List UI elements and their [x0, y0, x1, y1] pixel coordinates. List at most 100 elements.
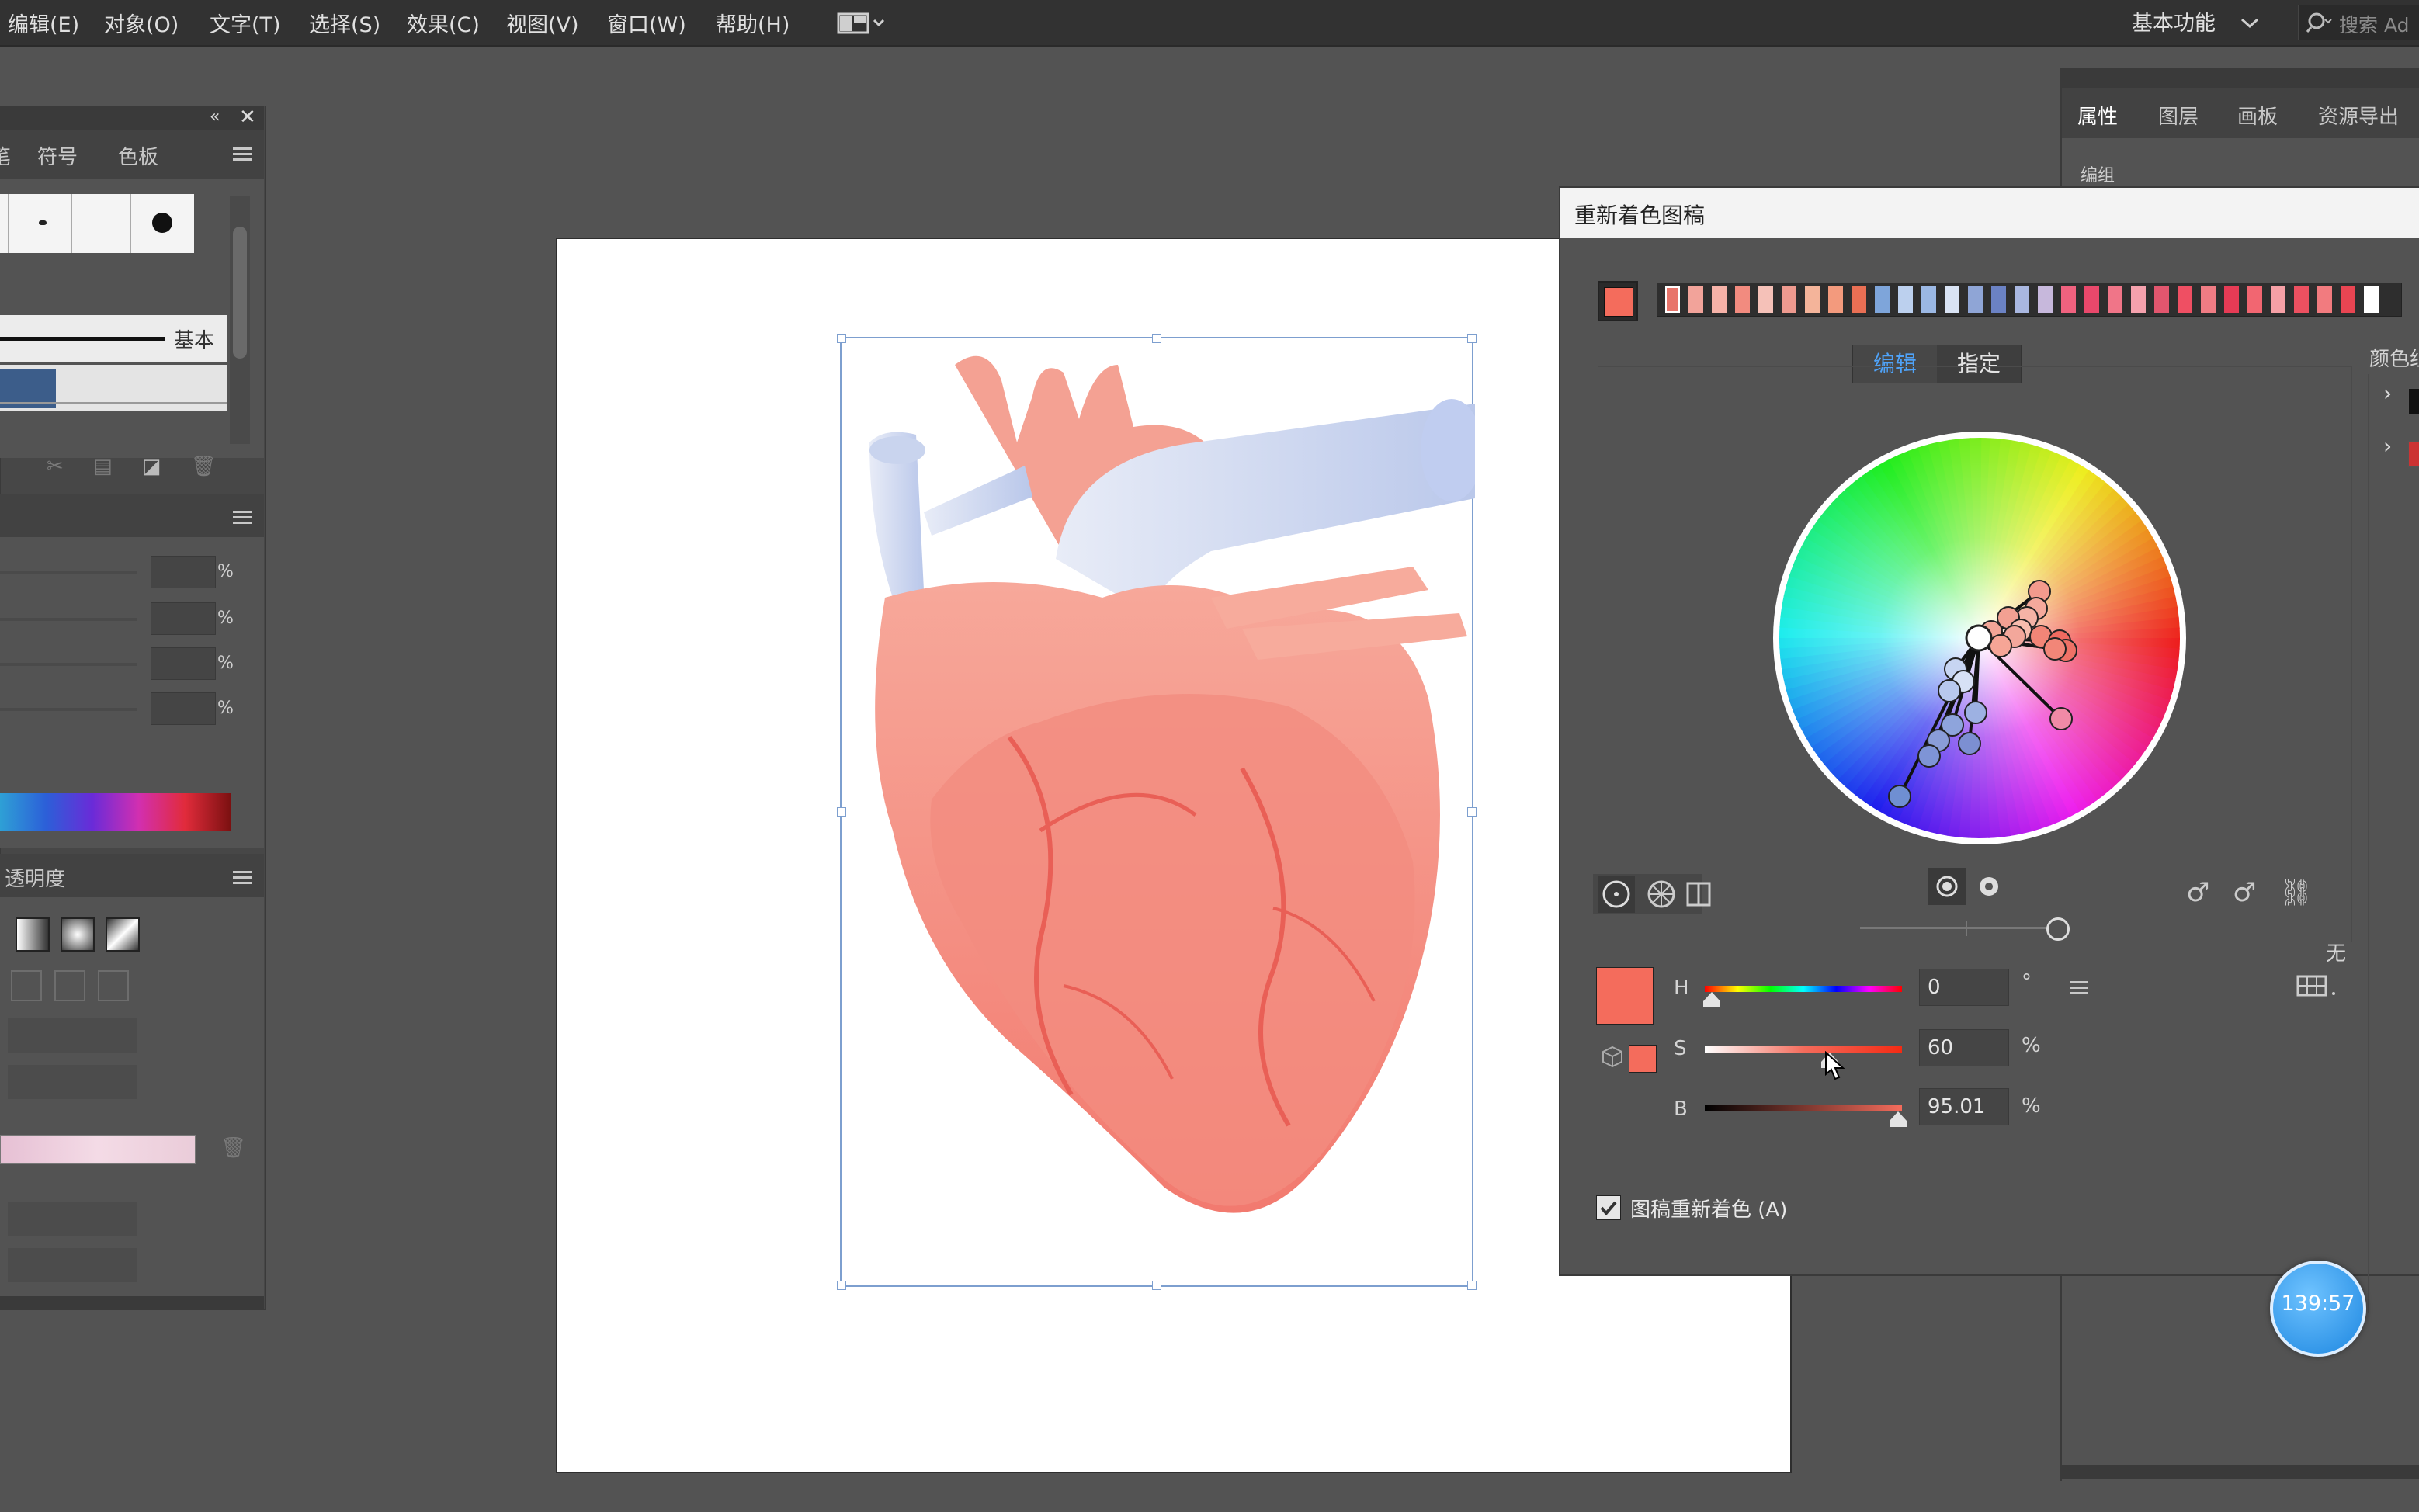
recolor-art-checkbox[interactable]: [1596, 1195, 1621, 1220]
hue-slider[interactable]: [1705, 986, 1902, 992]
brush-large-dot[interactable]: [152, 213, 172, 233]
left-dock-grip[interactable]: [0, 1296, 264, 1310]
color-bars-icon[interactable]: [1680, 876, 1717, 913]
color-slider-1[interactable]: [0, 571, 137, 574]
blend-mode-dropdown[interactable]: [8, 1018, 137, 1053]
brightness-value-slider[interactable]: [1705, 1105, 1902, 1111]
timer-badge[interactable]: 139:57: [2270, 1261, 2366, 1357]
brightness-slider[interactable]: [1860, 917, 2085, 941]
saturation-slider[interactable]: [1705, 1046, 1902, 1053]
palette-swatch[interactable]: [2015, 286, 2029, 313]
segmented-wheel-icon[interactable]: [1643, 876, 1680, 913]
link-harmony-icon[interactable]: ⛓: [2279, 877, 2313, 908]
expand-group-icon[interactable]: ›: [2383, 433, 2392, 459]
menu-view[interactable]: 视图(V): [506, 8, 579, 38]
color-spectrum[interactable]: [0, 793, 231, 831]
panel-menu-icon[interactable]: [233, 147, 252, 161]
dropdown-a[interactable]: [8, 1202, 137, 1236]
tab-asset-export[interactable]: 资源导出: [2318, 101, 2399, 130]
palette-swatch[interactable]: [1898, 286, 1913, 313]
palette-swatch[interactable]: [2201, 286, 2216, 313]
palette-swatch[interactable]: [2341, 286, 2355, 313]
color-group-swatch[interactable]: [2408, 388, 2419, 414]
search-input[interactable]: 搜索 Ad: [2339, 10, 2409, 38]
palette-swatch[interactable]: [2084, 286, 2099, 313]
search-box[interactable]: 搜索 Ad: [2298, 5, 2419, 40]
palette-swatch[interactable]: [2131, 286, 2146, 313]
palette-swatch[interactable]: [2038, 286, 2053, 313]
add-color-tool-icon[interactable]: ♂: [2186, 877, 2209, 908]
heart-illustration[interactable]: [838, 334, 1475, 1296]
saturation-input[interactable]: 60: [1919, 1029, 2009, 1066]
color-node[interactable]: [1964, 701, 1987, 724]
palette-swatch[interactable]: [2271, 286, 2285, 313]
color-palette-strip[interactable]: [1657, 283, 2402, 317]
transparency-title[interactable]: 透明度: [5, 863, 65, 892]
color-slider-2[interactable]: [0, 618, 137, 621]
radial-mode-icon[interactable]: [61, 917, 95, 952]
palette-swatch[interactable]: [1758, 286, 1773, 313]
palette-swatch[interactable]: [2247, 286, 2262, 313]
palette-swatch[interactable]: [1828, 286, 1843, 313]
panel-menu-icon[interactable]: [233, 871, 252, 884]
color-value-4[interactable]: [151, 692, 216, 725]
color-node[interactable]: [1888, 785, 1911, 808]
color-slider-3[interactable]: [0, 663, 137, 666]
color-node[interactable]: [2049, 707, 2073, 730]
menu-help[interactable]: 帮助(H): [716, 8, 790, 38]
menu-edit[interactable]: 编辑(E): [8, 8, 79, 38]
delete-icon[interactable]: 🗑: [220, 1136, 246, 1160]
palette-swatch[interactable]: [2364, 286, 2379, 313]
color-node[interactable]: [1958, 732, 1981, 755]
palette-swatch[interactable]: [2317, 286, 2332, 313]
hsb-menu-icon[interactable]: [2070, 981, 2088, 994]
new-brush-icon[interactable]: ◪: [142, 455, 161, 478]
show-saturation-icon[interactable]: [1970, 868, 2008, 905]
arrange-documents-button[interactable]: [837, 11, 885, 34]
color-group-swatch[interactable]: [2408, 441, 2419, 467]
current-color-swatch[interactable]: [1596, 967, 1654, 1025]
palette-swatch[interactable]: [1735, 286, 1750, 313]
brush-row-pattern[interactable]: [0, 365, 227, 411]
palette-swatch[interactable]: [1945, 286, 1959, 313]
out-of-gamut-swatch[interactable]: [1629, 1045, 1657, 1073]
palette-swatch[interactable]: [1665, 286, 1680, 313]
palette-swatch[interactable]: [1712, 286, 1727, 313]
close-icon[interactable]: ✕: [239, 106, 256, 129]
color-slider-4[interactable]: [0, 708, 137, 711]
collapse-icon[interactable]: «: [210, 107, 220, 127]
brightness-input[interactable]: 95.01: [1919, 1088, 2009, 1125]
color-node[interactable]: [2043, 637, 2067, 661]
color-value-2[interactable]: [151, 602, 216, 635]
brush-row-basic[interactable]: 基本: [0, 315, 227, 362]
smooth-wheel-icon[interactable]: [1598, 876, 1635, 913]
color-node[interactable]: [1918, 744, 1941, 768]
color-wheel[interactable]: [1770, 428, 2189, 848]
remove-brush-icon[interactable]: ✂: [47, 455, 64, 478]
slider-thumb[interactable]: [2046, 917, 2070, 941]
menu-select[interactable]: 选择(S): [309, 8, 380, 38]
palette-swatch[interactable]: [1805, 286, 1820, 313]
expand-group-icon[interactable]: ›: [2383, 380, 2392, 406]
palette-swatch[interactable]: [2294, 286, 2309, 313]
tab-artboards[interactable]: 画板: [2237, 101, 2278, 130]
right-dock-grip[interactable]: [2060, 1465, 2419, 1479]
color-mode-table-icon[interactable]: [2295, 972, 2338, 998]
palette-swatch[interactable]: [2061, 286, 2076, 313]
hue-input[interactable]: 0: [1919, 969, 2009, 1006]
dialog-titlebar[interactable]: 重新着色图稿: [1560, 188, 2419, 238]
palette-swatch[interactable]: [2224, 286, 2239, 313]
color-node[interactable]: [1989, 634, 2012, 657]
show-brightness-icon[interactable]: [1928, 868, 1966, 905]
tab-brushes[interactable]: 笔: [0, 141, 11, 170]
palette-swatch[interactable]: [2178, 286, 2192, 313]
panel-menu-icon[interactable]: [233, 511, 252, 524]
palette-swatch[interactable]: [2154, 286, 2169, 313]
tab-symbols[interactable]: 符号: [37, 141, 78, 170]
color-node[interactable]: [1938, 679, 1961, 702]
palette-swatch[interactable]: [1782, 286, 1796, 313]
delete-icon[interactable]: 🗑: [191, 455, 217, 478]
dropdown-b[interactable]: [8, 1248, 137, 1282]
color-value-3[interactable]: [151, 647, 216, 680]
remove-color-tool-icon[interactable]: ♂: [2233, 877, 2256, 908]
